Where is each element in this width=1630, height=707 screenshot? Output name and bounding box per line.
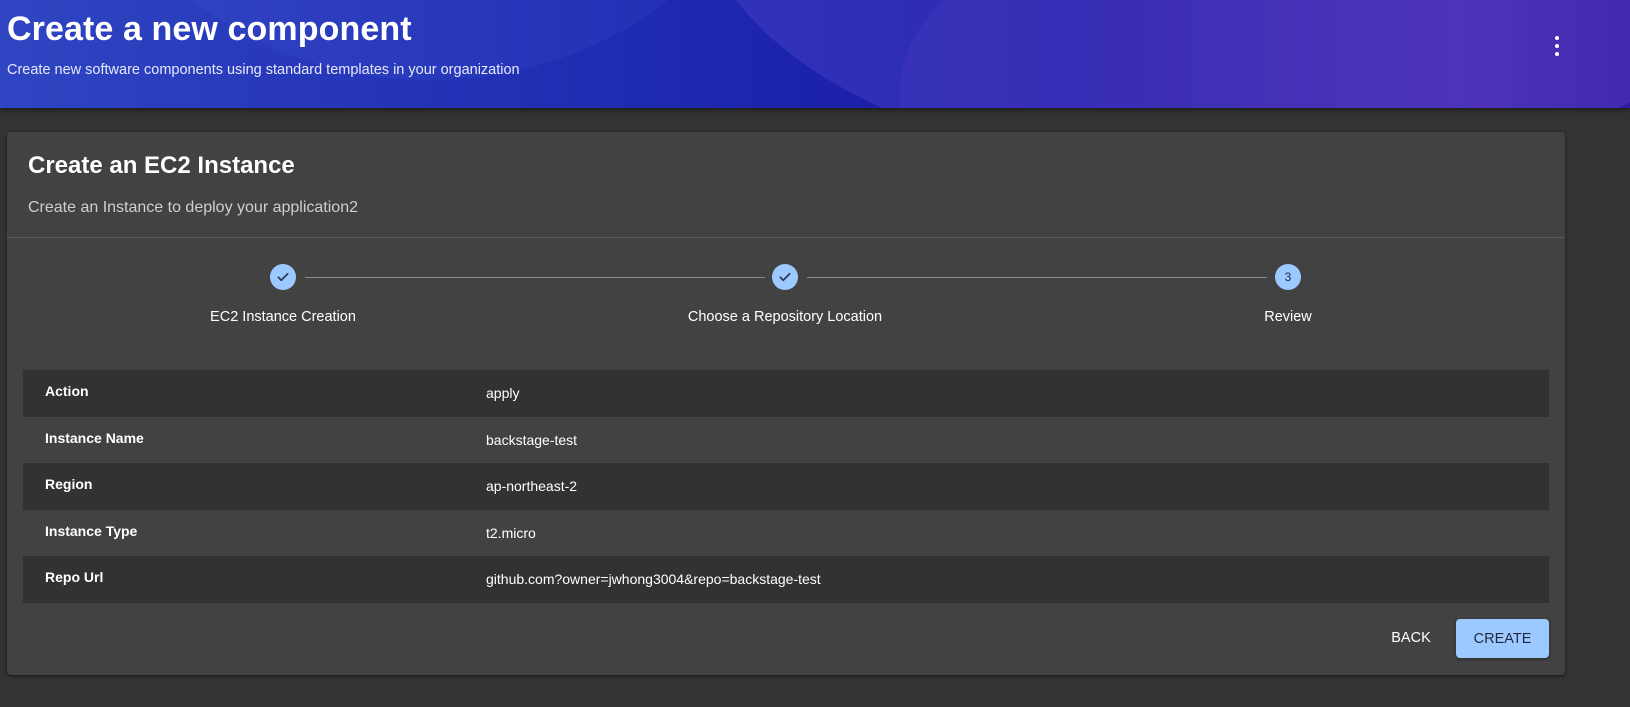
- row-key: Region: [45, 476, 93, 492]
- back-button[interactable]: BACK: [1376, 620, 1446, 656]
- table-row: Action apply: [23, 370, 1549, 417]
- row-key: Action: [45, 383, 89, 399]
- page-subtitle: Create new software components using sta…: [7, 62, 520, 78]
- table-row: Instance Name backstage-test: [23, 416, 1549, 463]
- table-row: Instance Type t2.micro: [23, 509, 1549, 556]
- card-title: Create an EC2 Instance: [28, 152, 295, 179]
- row-key: Instance Type: [45, 522, 138, 539]
- template-card: Create an EC2 Instance Create an Instanc…: [7, 132, 1565, 675]
- more-vert-icon[interactable]: [1550, 36, 1564, 56]
- step-number: 3: [1284, 270, 1292, 284]
- step-connector: [807, 277, 1267, 278]
- row-key: Repo Url: [45, 569, 104, 585]
- divider: [7, 237, 1565, 238]
- create-button[interactable]: CREATE: [1456, 619, 1549, 658]
- row-value: ap-northeast-2: [486, 478, 578, 494]
- row-value: github.com?owner=jwhong3004&repo=backsta…: [486, 571, 821, 587]
- step-label-choose-repository: Choose a Repository Location: [687, 309, 883, 325]
- review-table: Action apply Instance Name backstage-tes…: [23, 370, 1549, 603]
- page-title: Create a new component: [7, 10, 412, 48]
- row-key: Instance Name: [45, 429, 144, 446]
- row-value: t2.micro: [486, 524, 536, 541]
- step-connector: [305, 277, 765, 278]
- step-1-check-icon: [270, 264, 296, 290]
- step-2-check-icon: [772, 264, 798, 290]
- header-decoration: [900, 0, 1630, 108]
- page-header: Create a new component Create new softwa…: [0, 0, 1630, 108]
- step-label-review: Review: [1264, 309, 1312, 325]
- step-3-number: 3: [1275, 264, 1301, 290]
- step-label-ec2-instance-creation: EC2 Instance Creation: [210, 309, 356, 325]
- row-value: apply: [486, 385, 520, 401]
- card-description: Create an Instance to deploy your applic…: [28, 199, 358, 216]
- row-value: backstage-test: [486, 431, 578, 448]
- table-row: Region ap-northeast-2: [23, 463, 1549, 510]
- table-row: Repo Url github.com?owner=jwhong3004&rep…: [23, 556, 1549, 603]
